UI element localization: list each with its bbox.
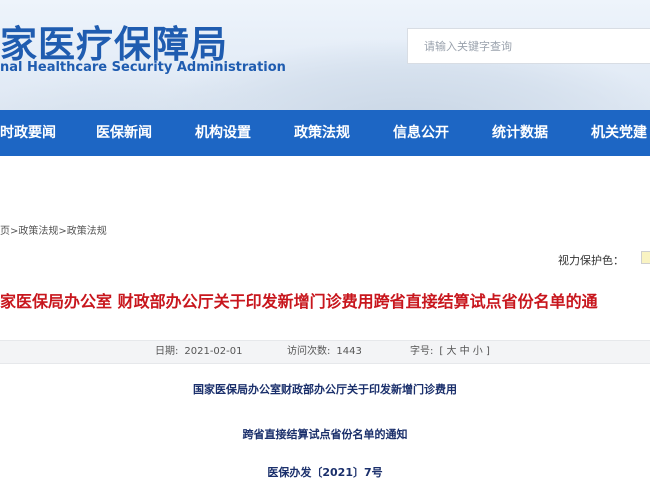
main-nav: 时政要闻 医保新闻 机构设置 政策法规 信息公开 统计数据 机关党建 [0, 110, 650, 156]
meta-font-size: 字号: [ 大 中 小 ] [410, 341, 490, 363]
meta-views-value: 1443 [336, 346, 362, 357]
meta-date-label: 日期: [155, 346, 179, 357]
nav-item-healthcare-news[interactable]: 医保新闻 [96, 110, 152, 156]
nav-item-party[interactable]: 机关党建 [591, 110, 647, 156]
nav-item-news[interactable]: 时政要闻 [0, 110, 56, 156]
nav-item-statistics[interactable]: 统计数据 [492, 110, 548, 156]
meta-views-label: 访问次数: [287, 346, 331, 357]
eye-protection-label: 视力保护色： [558, 254, 624, 267]
nav-item-disclosure[interactable]: 信息公开 [393, 110, 449, 156]
nav-item-organization[interactable]: 机构设置 [195, 110, 251, 156]
search-input[interactable] [407, 28, 650, 64]
mountain-decoration-left [0, 70, 320, 110]
meta-date-value: 2021-02-01 [184, 346, 243, 357]
site-subtitle: nal Healthcare Security Administration [0, 60, 286, 75]
meta-font-size-label: 字号: [410, 346, 434, 357]
article-title: 家医保局办公室 财政部办公厅关于印发新增门诊费用跨省直接结算试点省份名单的通 [0, 292, 598, 311]
article-heading-line-2: 跨省直接结算试点省份名单的通知 [242, 428, 408, 441]
font-size-options[interactable]: [ 大 中 小 ] [439, 346, 490, 357]
article-heading-line-1: 国家医保局办公室财政部办公厅关于印发新增门诊费用 [193, 383, 457, 396]
nav-item-policy[interactable]: 政策法规 [294, 110, 350, 156]
site-header: 家医疗保障局 nal Healthcare Security Administr… [0, 0, 650, 110]
meta-views: 访问次数: 1443 [287, 341, 362, 363]
article-document-number: 医保办发〔2021〕7号 [267, 466, 383, 479]
article-meta-bar: 日期: 2021-02-01 访问次数: 1443 字号: [ 大 中 小 ] [0, 340, 650, 364]
meta-date: 日期: 2021-02-01 [155, 341, 243, 363]
breadcrumb[interactable]: 页>政策法规>政策法规 [0, 222, 107, 237]
eye-protection-swatch[interactable] [641, 251, 650, 264]
